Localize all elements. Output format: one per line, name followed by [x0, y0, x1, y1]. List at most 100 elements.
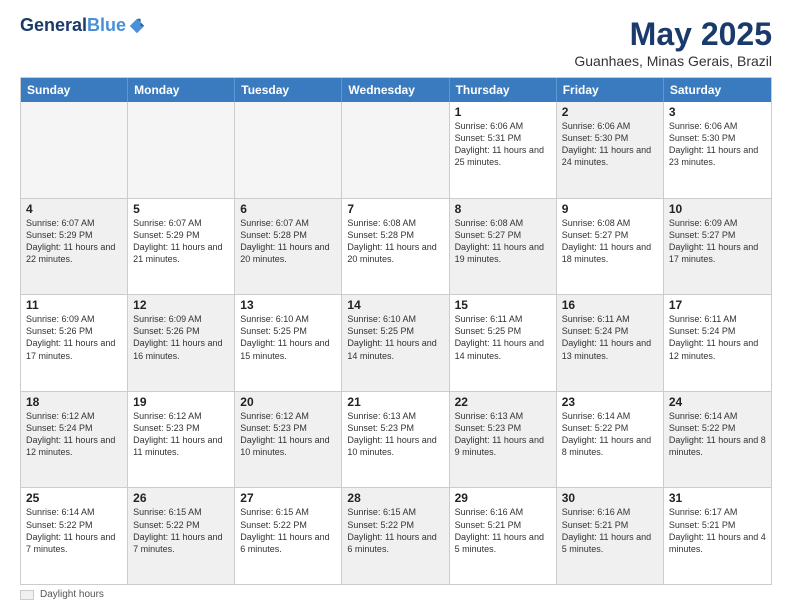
calendar-day-30: 30Sunrise: 6:16 AM Sunset: 5:21 PM Dayli…: [557, 488, 664, 584]
day-number: 31: [669, 491, 766, 505]
day-number: 18: [26, 395, 122, 409]
day-info: Sunrise: 6:14 AM Sunset: 5:22 PM Dayligh…: [669, 410, 766, 459]
day-info: Sunrise: 6:16 AM Sunset: 5:21 PM Dayligh…: [562, 506, 658, 555]
calendar-empty-cell: [235, 102, 342, 198]
calendar-row-1: 1Sunrise: 6:06 AM Sunset: 5:31 PM Daylig…: [21, 102, 771, 199]
day-number: 8: [455, 202, 551, 216]
header: GeneralBlue May 2025 Guanhaes, Minas Ger…: [20, 16, 772, 69]
calendar-day-27: 27Sunrise: 6:15 AM Sunset: 5:22 PM Dayli…: [235, 488, 342, 584]
calendar-day-28: 28Sunrise: 6:15 AM Sunset: 5:22 PM Dayli…: [342, 488, 449, 584]
calendar-day-10: 10Sunrise: 6:09 AM Sunset: 5:27 PM Dayli…: [664, 199, 771, 295]
day-info: Sunrise: 6:14 AM Sunset: 5:22 PM Dayligh…: [26, 506, 122, 555]
day-info: Sunrise: 6:07 AM Sunset: 5:29 PM Dayligh…: [133, 217, 229, 266]
calendar: SundayMondayTuesdayWednesdayThursdayFrid…: [20, 77, 772, 585]
calendar-row-3: 11Sunrise: 6:09 AM Sunset: 5:26 PM Dayli…: [21, 295, 771, 392]
calendar-day-1: 1Sunrise: 6:06 AM Sunset: 5:31 PM Daylig…: [450, 102, 557, 198]
month-title: May 2025: [574, 16, 772, 53]
day-number: 25: [26, 491, 122, 505]
day-info: Sunrise: 6:17 AM Sunset: 5:21 PM Dayligh…: [669, 506, 766, 555]
calendar-day-19: 19Sunrise: 6:12 AM Sunset: 5:23 PM Dayli…: [128, 392, 235, 488]
day-info: Sunrise: 6:15 AM Sunset: 5:22 PM Dayligh…: [240, 506, 336, 555]
calendar-day-12: 12Sunrise: 6:09 AM Sunset: 5:26 PM Dayli…: [128, 295, 235, 391]
day-number: 5: [133, 202, 229, 216]
calendar-day-22: 22Sunrise: 6:13 AM Sunset: 5:23 PM Dayli…: [450, 392, 557, 488]
day-number: 6: [240, 202, 336, 216]
weekday-header-tuesday: Tuesday: [235, 78, 342, 102]
day-number: 23: [562, 395, 658, 409]
day-number: 7: [347, 202, 443, 216]
day-info: Sunrise: 6:06 AM Sunset: 5:30 PM Dayligh…: [562, 120, 658, 169]
legend-label: Daylight hours: [40, 589, 104, 600]
calendar-day-23: 23Sunrise: 6:14 AM Sunset: 5:22 PM Dayli…: [557, 392, 664, 488]
day-number: 29: [455, 491, 551, 505]
calendar-day-16: 16Sunrise: 6:11 AM Sunset: 5:24 PM Dayli…: [557, 295, 664, 391]
calendar-day-6: 6Sunrise: 6:07 AM Sunset: 5:28 PM Daylig…: [235, 199, 342, 295]
calendar-day-9: 9Sunrise: 6:08 AM Sunset: 5:27 PM Daylig…: [557, 199, 664, 295]
day-info: Sunrise: 6:09 AM Sunset: 5:26 PM Dayligh…: [26, 313, 122, 362]
day-info: Sunrise: 6:09 AM Sunset: 5:26 PM Dayligh…: [133, 313, 229, 362]
calendar-day-20: 20Sunrise: 6:12 AM Sunset: 5:23 PM Dayli…: [235, 392, 342, 488]
day-number: 14: [347, 298, 443, 312]
day-info: Sunrise: 6:10 AM Sunset: 5:25 PM Dayligh…: [347, 313, 443, 362]
day-info: Sunrise: 6:08 AM Sunset: 5:28 PM Dayligh…: [347, 217, 443, 266]
day-info: Sunrise: 6:06 AM Sunset: 5:31 PM Dayligh…: [455, 120, 551, 169]
calendar-body: 1Sunrise: 6:06 AM Sunset: 5:31 PM Daylig…: [21, 102, 771, 584]
day-number: 16: [562, 298, 658, 312]
legend-swatch: [20, 590, 34, 600]
day-info: Sunrise: 6:11 AM Sunset: 5:24 PM Dayligh…: [669, 313, 766, 362]
legend: Daylight hours: [20, 589, 772, 600]
calendar-day-17: 17Sunrise: 6:11 AM Sunset: 5:24 PM Dayli…: [664, 295, 771, 391]
day-number: 13: [240, 298, 336, 312]
calendar-day-24: 24Sunrise: 6:14 AM Sunset: 5:22 PM Dayli…: [664, 392, 771, 488]
day-number: 1: [455, 105, 551, 119]
calendar-row-2: 4Sunrise: 6:07 AM Sunset: 5:29 PM Daylig…: [21, 199, 771, 296]
day-number: 19: [133, 395, 229, 409]
day-number: 27: [240, 491, 336, 505]
title-block: May 2025 Guanhaes, Minas Gerais, Brazil: [574, 16, 772, 69]
day-number: 2: [562, 105, 658, 119]
day-info: Sunrise: 6:16 AM Sunset: 5:21 PM Dayligh…: [455, 506, 551, 555]
calendar-day-15: 15Sunrise: 6:11 AM Sunset: 5:25 PM Dayli…: [450, 295, 557, 391]
calendar-day-11: 11Sunrise: 6:09 AM Sunset: 5:26 PM Dayli…: [21, 295, 128, 391]
calendar-header: SundayMondayTuesdayWednesdayThursdayFrid…: [21, 78, 771, 102]
calendar-day-8: 8Sunrise: 6:08 AM Sunset: 5:27 PM Daylig…: [450, 199, 557, 295]
weekday-header-monday: Monday: [128, 78, 235, 102]
weekday-header-sunday: Sunday: [21, 78, 128, 102]
day-number: 11: [26, 298, 122, 312]
calendar-day-3: 3Sunrise: 6:06 AM Sunset: 5:30 PM Daylig…: [664, 102, 771, 198]
day-info: Sunrise: 6:12 AM Sunset: 5:23 PM Dayligh…: [133, 410, 229, 459]
calendar-day-25: 25Sunrise: 6:14 AM Sunset: 5:22 PM Dayli…: [21, 488, 128, 584]
day-info: Sunrise: 6:13 AM Sunset: 5:23 PM Dayligh…: [347, 410, 443, 459]
day-number: 30: [562, 491, 658, 505]
day-number: 17: [669, 298, 766, 312]
calendar-empty-cell: [21, 102, 128, 198]
day-number: 21: [347, 395, 443, 409]
calendar-day-4: 4Sunrise: 6:07 AM Sunset: 5:29 PM Daylig…: [21, 199, 128, 295]
calendar-day-2: 2Sunrise: 6:06 AM Sunset: 5:30 PM Daylig…: [557, 102, 664, 198]
calendar-day-18: 18Sunrise: 6:12 AM Sunset: 5:24 PM Dayli…: [21, 392, 128, 488]
calendar-empty-cell: [128, 102, 235, 198]
day-info: Sunrise: 6:09 AM Sunset: 5:27 PM Dayligh…: [669, 217, 766, 266]
day-info: Sunrise: 6:08 AM Sunset: 5:27 PM Dayligh…: [562, 217, 658, 266]
calendar-day-5: 5Sunrise: 6:07 AM Sunset: 5:29 PM Daylig…: [128, 199, 235, 295]
day-number: 9: [562, 202, 658, 216]
day-info: Sunrise: 6:11 AM Sunset: 5:25 PM Dayligh…: [455, 313, 551, 362]
weekday-header-wednesday: Wednesday: [342, 78, 449, 102]
calendar-day-26: 26Sunrise: 6:15 AM Sunset: 5:22 PM Dayli…: [128, 488, 235, 584]
calendar-row-4: 18Sunrise: 6:12 AM Sunset: 5:24 PM Dayli…: [21, 392, 771, 489]
day-info: Sunrise: 6:11 AM Sunset: 5:24 PM Dayligh…: [562, 313, 658, 362]
logo-icon: [128, 17, 146, 35]
day-number: 26: [133, 491, 229, 505]
day-info: Sunrise: 6:07 AM Sunset: 5:29 PM Dayligh…: [26, 217, 122, 266]
page: GeneralBlue May 2025 Guanhaes, Minas Ger…: [0, 0, 792, 612]
day-info: Sunrise: 6:07 AM Sunset: 5:28 PM Dayligh…: [240, 217, 336, 266]
day-number: 3: [669, 105, 766, 119]
day-number: 24: [669, 395, 766, 409]
calendar-day-14: 14Sunrise: 6:10 AM Sunset: 5:25 PM Dayli…: [342, 295, 449, 391]
day-info: Sunrise: 6:12 AM Sunset: 5:23 PM Dayligh…: [240, 410, 336, 459]
calendar-day-7: 7Sunrise: 6:08 AM Sunset: 5:28 PM Daylig…: [342, 199, 449, 295]
logo-text: GeneralBlue: [20, 16, 126, 36]
day-number: 12: [133, 298, 229, 312]
weekday-header-thursday: Thursday: [450, 78, 557, 102]
calendar-day-21: 21Sunrise: 6:13 AM Sunset: 5:23 PM Dayli…: [342, 392, 449, 488]
